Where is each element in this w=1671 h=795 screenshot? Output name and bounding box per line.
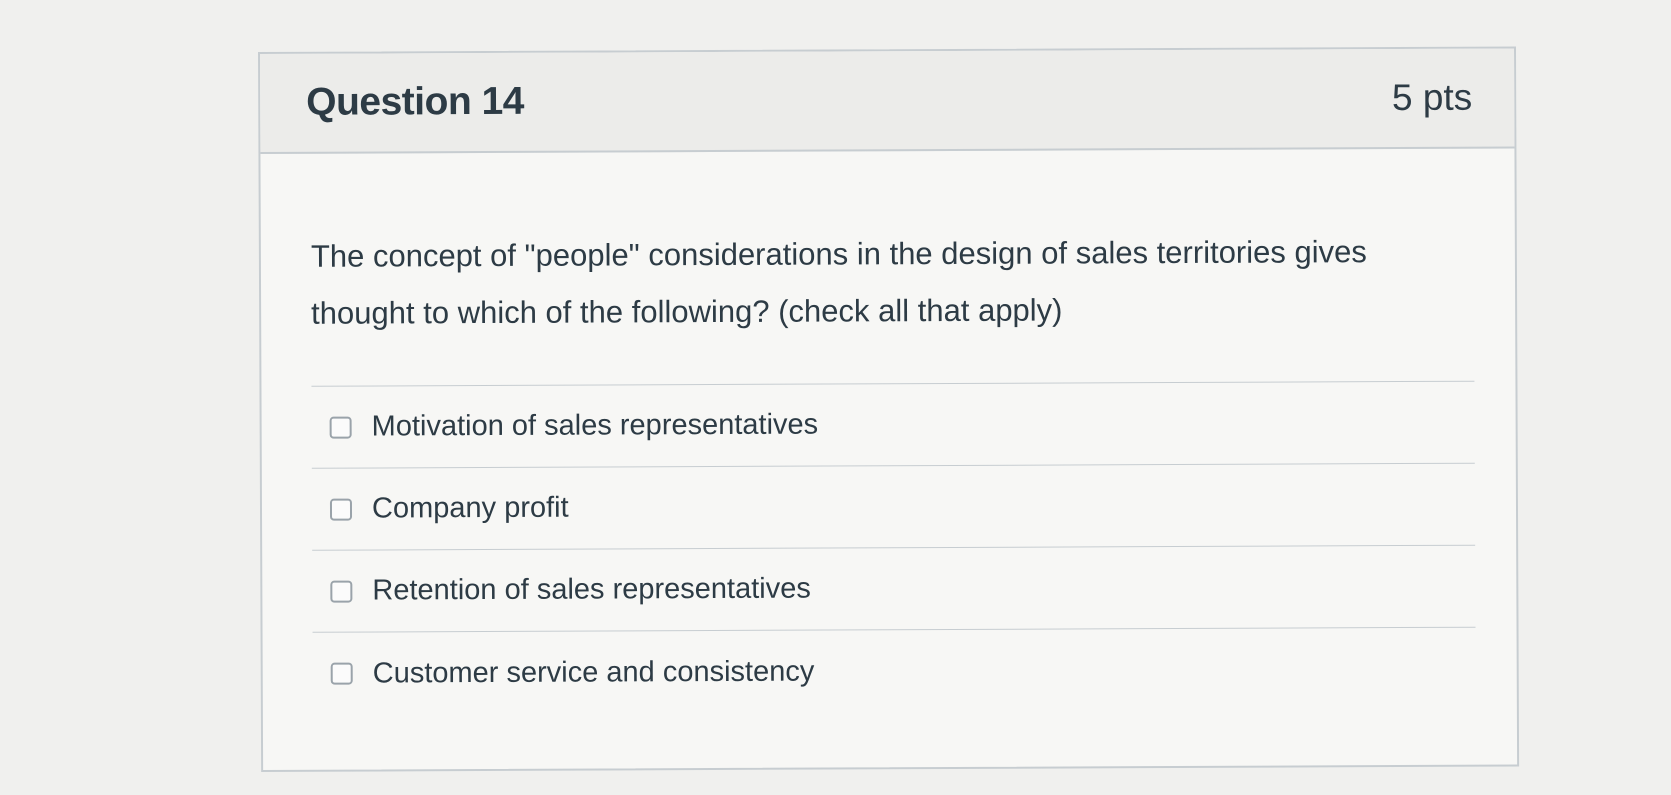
answer-list: Motivation of sales representatives Comp…: [311, 380, 1476, 715]
answer-option-customer-service[interactable]: Customer service and consistency: [313, 628, 1476, 715]
checkbox[interactable]: [329, 416, 352, 439]
question-body: The concept of "people" considerations i…: [260, 149, 1516, 715]
answer-option-company-profit[interactable]: Company profit: [311, 463, 1476, 551]
checkbox[interactable]: [329, 498, 353, 521]
answer-option-retention[interactable]: Retention of sales representatives: [312, 545, 1476, 633]
question-title: Question 14: [306, 79, 525, 124]
question-card: Question 14 5 pts The concept of "people…: [258, 46, 1520, 772]
checkbox[interactable]: [330, 580, 353, 603]
answer-label: Company profit: [371, 491, 569, 525]
answer-option-motivation[interactable]: Motivation of sales representatives: [311, 381, 1475, 469]
checkbox[interactable]: [330, 662, 353, 685]
answer-label: Customer service and consistency: [372, 655, 815, 690]
answer-label: Motivation of sales representatives: [371, 408, 819, 443]
question-points: 5 pts: [1391, 76, 1473, 119]
answer-label: Retention of sales representatives: [372, 572, 811, 607]
question-header: Question 14 5 pts: [260, 48, 1515, 154]
question-text: The concept of "people" considerations i…: [310, 234, 1367, 331]
